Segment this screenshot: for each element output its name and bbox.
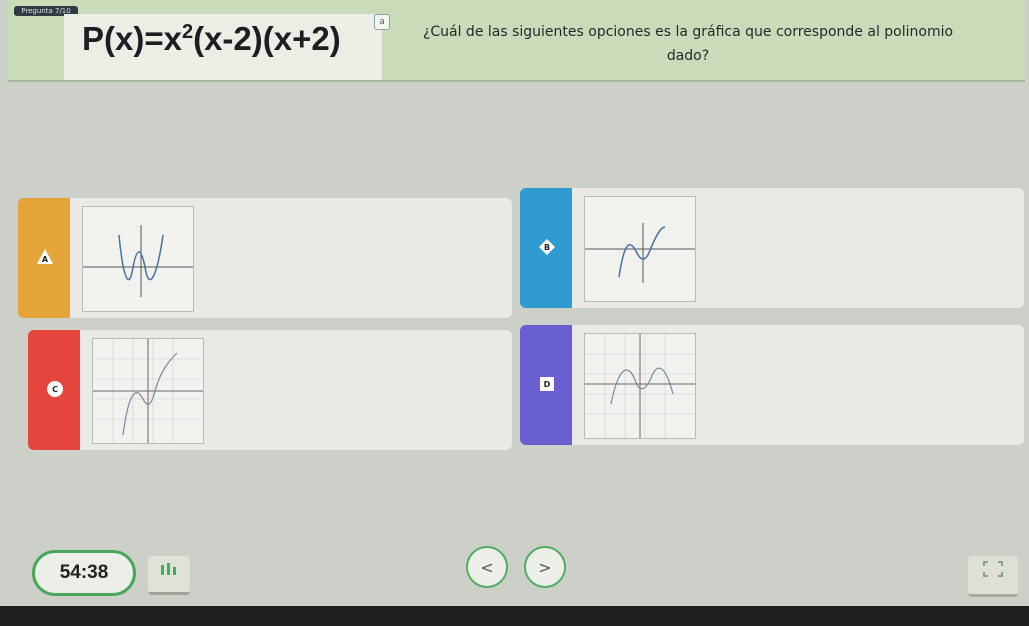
answer-b-body[interactable] (572, 188, 1024, 308)
answer-c-letter-text: C (52, 385, 58, 394)
answer-option-d[interactable]: D (520, 325, 1024, 445)
fullscreen-button[interactable] (968, 556, 1018, 597)
answer-c-graph-image (93, 339, 203, 443)
answer-d-color-tab: D (520, 325, 572, 445)
answer-c-body[interactable] (80, 330, 512, 450)
answer-a-body[interactable] (70, 198, 512, 318)
answer-d-graph-image (585, 334, 695, 438)
answer-b-graph[interactable] (584, 196, 696, 302)
square-icon: D (540, 377, 554, 391)
formula-exponent: 2 (181, 21, 194, 43)
fullscreen-icon (983, 561, 1003, 577)
answer-b-graph-image (585, 223, 695, 283)
triangle-icon: A (37, 249, 53, 264)
answer-d-graph[interactable] (584, 333, 696, 439)
answer-d-letter: D (538, 375, 556, 393)
quiz-screen: Pregunta 7/10 P(x)=x2(x-2)(x+2) a ¿Cuál … (0, 0, 1029, 606)
answer-a-color-tab: A (18, 198, 70, 318)
previous-question-button[interactable]: < (466, 546, 508, 588)
formula-rhs: (x-2)(x+2) (193, 20, 341, 57)
answer-a-graph[interactable] (82, 206, 194, 312)
answer-c-color-tab: C (28, 330, 80, 450)
answer-a-letter-text: A (42, 255, 49, 264)
answer-d-body[interactable] (572, 325, 1024, 445)
power-up-icon (161, 563, 176, 575)
power-up-button[interactable] (148, 556, 190, 595)
circle-icon: C (47, 381, 63, 397)
question-header: Pregunta 7/10 P(x)=x2(x-2)(x+2) a ¿Cuál … (8, 0, 1025, 82)
answer-option-c[interactable]: C (28, 330, 512, 450)
answer-option-b[interactable]: B (520, 188, 1024, 308)
formula-box: P(x)=x2(x-2)(x+2) a (64, 14, 390, 80)
answer-option-a[interactable]: A (18, 198, 512, 318)
answer-a-graph-image (83, 225, 193, 297)
answer-b-letter-text: B (544, 243, 550, 252)
answer-d-letter-text: D (544, 380, 551, 389)
formula-lhs: P(x)=x (82, 20, 182, 57)
next-question-button[interactable]: > (524, 546, 566, 588)
countdown-timer: 54:38 (32, 550, 136, 596)
question-prompt: ¿Cuál de las siguientes opciones es la g… (422, 24, 954, 64)
answer-b-letter: B (538, 238, 556, 256)
answer-b-color-tab: B (520, 188, 572, 308)
polynomial-formula: P(x)=x2(x-2)(x+2) (82, 20, 341, 58)
answer-a-letter: A (36, 248, 54, 266)
answer-c-letter: C (46, 380, 64, 398)
answer-c-graph[interactable] (92, 338, 204, 444)
diamond-icon: B (539, 239, 555, 255)
formula-expand-icon[interactable]: a (374, 14, 390, 30)
